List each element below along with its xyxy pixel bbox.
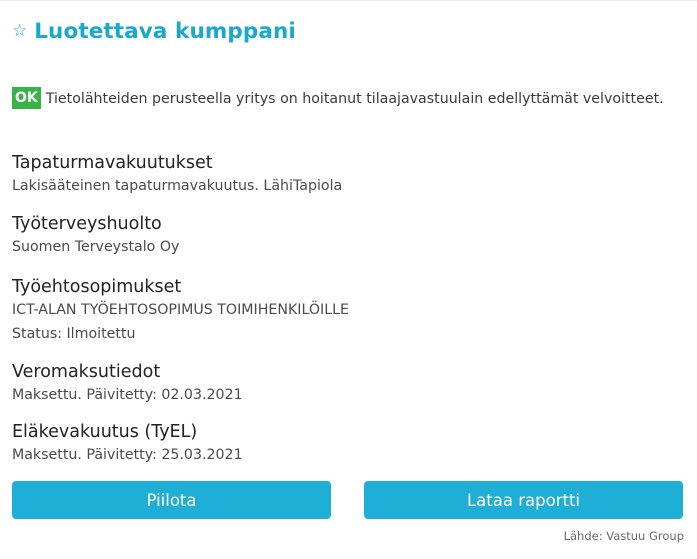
ok-badge: OK bbox=[12, 87, 41, 109]
section-collective-agreements: Työehtosopimukset ICT-ALAN TYÖEHTOSOPIMU… bbox=[12, 276, 672, 346]
section-accident-insurance: Tapaturmavakuutukset Lakisääteinen tapat… bbox=[12, 152, 672, 198]
page-title: Luotettava kumppani bbox=[34, 19, 296, 44]
section-title: Eläkevakuutus (TyEL) bbox=[12, 422, 198, 442]
section-value: Maksettu. Päivitetty: 02.03.2021 bbox=[12, 387, 243, 403]
section-occupational-health: Työterveyshuolto Suomen Terveystalo Oy bbox=[12, 213, 672, 259]
section-title: Tapaturmavakuutukset bbox=[12, 153, 213, 173]
section-value: Suomen Terveystalo Oy bbox=[12, 239, 180, 255]
header: ☆ Luotettava kumppani bbox=[12, 19, 296, 44]
section-title: Veromaksutiedot bbox=[12, 362, 161, 382]
section-tax-payments: Veromaksutiedot Maksettu. Päivitetty: 02… bbox=[12, 361, 672, 407]
section-value: Lakisääteinen tapaturmavakuutus. LähiTap… bbox=[12, 178, 343, 194]
section-pension-insurance: Eläkevakuutus (TyEL) Maksettu. Päivitett… bbox=[12, 421, 672, 467]
status-message: OK Tietolähteiden perusteella yritys on h… bbox=[12, 86, 672, 113]
section-status: Status: Ilmoitettu bbox=[12, 326, 136, 342]
status-text: Tietolähteiden perusteella yritys on hoi… bbox=[45, 91, 664, 107]
top-divider bbox=[0, 0, 697, 1]
source-note: Lähde: Vastuu Group bbox=[563, 529, 684, 543]
hide-button[interactable]: Piilota bbox=[12, 481, 331, 519]
section-title: Työehtosopimukset bbox=[12, 277, 182, 297]
section-title: Työterveyshuolto bbox=[12, 214, 162, 234]
section-value: Maksettu. Päivitetty: 25.03.2021 bbox=[12, 447, 243, 463]
star-icon: ☆ bbox=[12, 21, 28, 41]
section-value: ICT-ALAN TYÖEHTOSOPIMUS TOIMIHENKILÖILLE bbox=[12, 302, 349, 318]
download-report-button[interactable]: Lataa raportti bbox=[364, 481, 683, 519]
